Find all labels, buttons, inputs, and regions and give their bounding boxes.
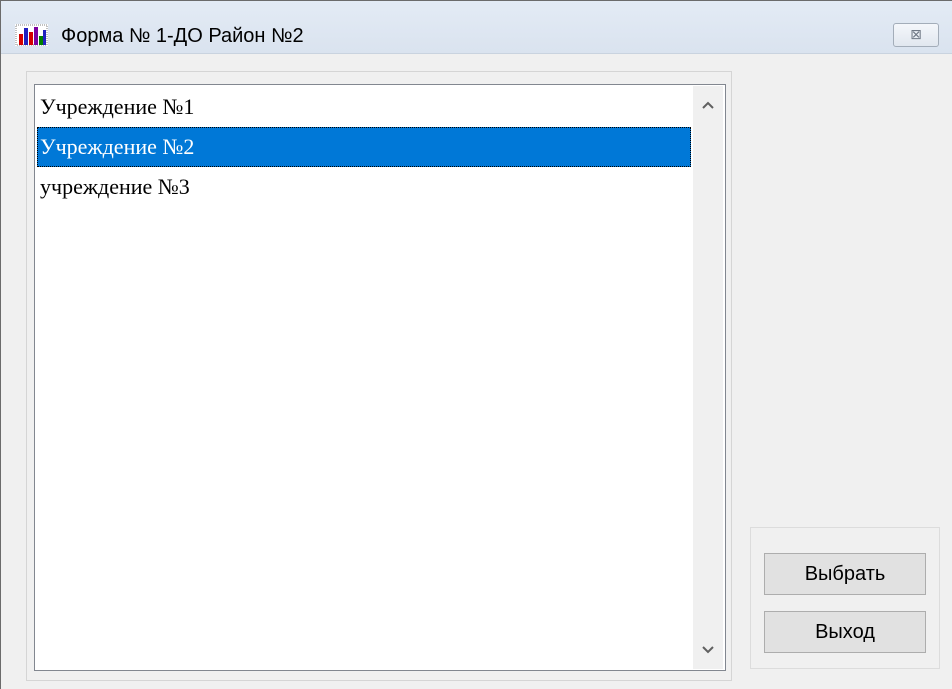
window-title: Форма № 1-ДО Район №2 xyxy=(61,25,304,47)
title-bar[interactable]: Форма № 1-ДО Район №2 ⊠ xyxy=(1,1,952,54)
chevron-up-icon xyxy=(702,101,714,109)
list-items: Учреждение №1 Учреждение №2 учреждение №… xyxy=(37,87,691,207)
dialog-window: Форма № 1-ДО Район №2 ⊠ Учреждение №1 Уч… xyxy=(0,0,952,689)
close-icon: ⊠ xyxy=(910,27,922,43)
scroll-up-button[interactable] xyxy=(693,90,723,120)
exit-button[interactable]: Выход xyxy=(764,611,926,653)
scroll-down-button[interactable] xyxy=(693,635,723,665)
chevron-down-icon xyxy=(702,646,714,654)
list-item-selected[interactable]: Учреждение №2 xyxy=(37,127,691,167)
vertical-scrollbar[interactable] xyxy=(693,86,723,669)
bar-chart-icon xyxy=(15,24,48,46)
select-button[interactable]: Выбрать xyxy=(764,553,926,595)
close-button[interactable]: ⊠ xyxy=(893,23,939,47)
list-item[interactable]: Учреждение №1 xyxy=(37,87,691,127)
list-item[interactable]: учреждение №3 xyxy=(37,167,691,207)
institution-listbox[interactable]: Учреждение №1 Учреждение №2 учреждение №… xyxy=(34,84,726,671)
